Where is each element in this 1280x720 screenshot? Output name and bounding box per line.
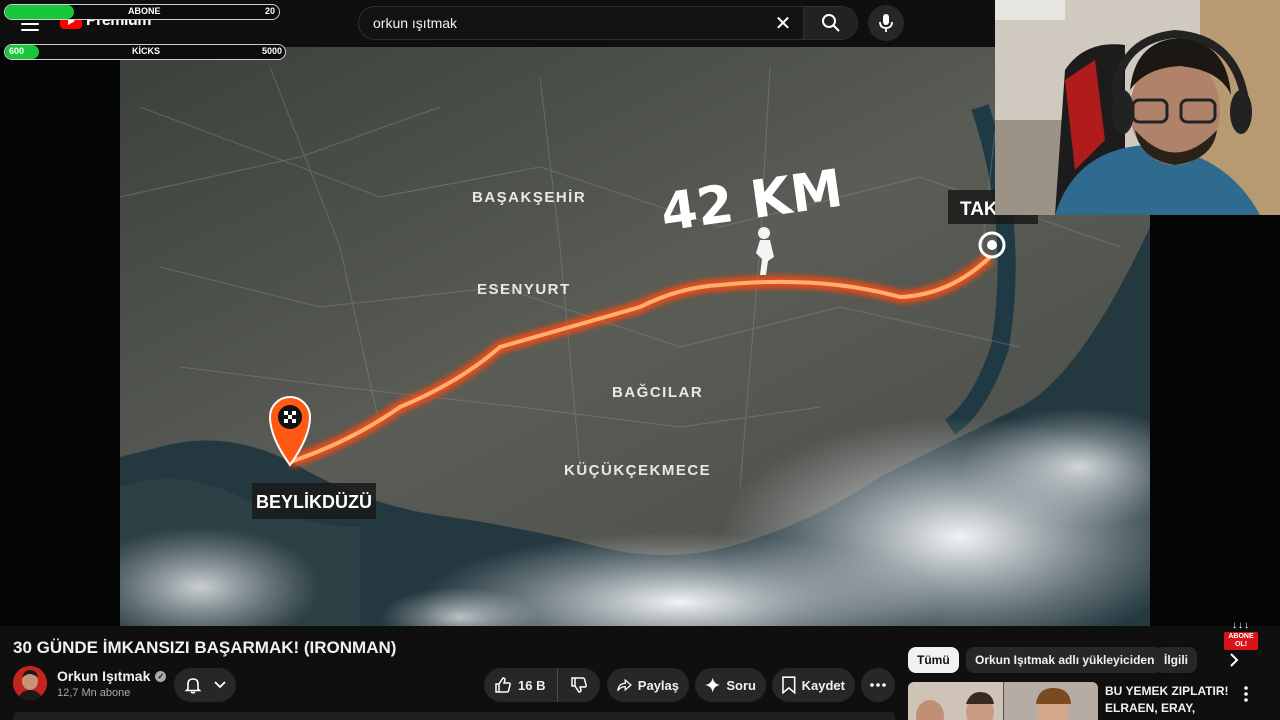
save-label: Kaydet [801,677,845,693]
subscriber-goal-label: ABONE [128,6,161,16]
bookmark-icon [782,676,796,694]
recommendation-thumbnail[interactable] [908,682,1098,720]
like-button[interactable]: 16 B [484,668,559,702]
start-label: BEYLİKDÜZÜ [256,492,372,512]
chevron-down-icon [214,681,226,689]
like-dislike-group: 16 B [484,668,600,702]
search-input[interactable] [359,7,763,39]
kicks-goal-label: KİCKS [132,46,161,56]
webcam-overlay [995,0,1280,215]
subscriber-goal-target: 20 [264,6,275,16]
more-vertical-icon[interactable] [1236,684,1256,704]
subscriber-goal-bar: ABONE 20 [4,4,280,20]
voice-search-button[interactable] [868,5,904,41]
ask-label: Soru [726,677,756,693]
search-button[interactable] [803,7,857,39]
recommendation-title[interactable]: BU YEMEK ZIPLATIR! ELRAEN, ERAY, LIMON,.… [1105,683,1235,720]
save-button[interactable]: Kaydet [772,668,855,702]
video-title: 30 GÜNDE İMKANSIZI BAŞARMAK! (IRONMAN) [13,638,397,657]
share-label: Paylaş [637,677,679,693]
kicks-goal-start: 600 [9,46,25,56]
microphone-icon [879,14,893,32]
down-arrows-icon: ↓↓↓ [1232,620,1250,631]
search-box: ✕ [358,6,858,40]
sparkle-icon [705,677,721,693]
share-button[interactable]: Paylaş [607,668,689,702]
bell-icon [184,678,202,694]
description-panel-edge[interactable] [13,712,895,720]
search-icon [821,14,840,32]
channel-name[interactable]: Orkun Işıtmak ✓ [57,668,167,684]
kicks-goal-bar: 600 KİCKS 5000 [4,44,286,60]
thumbs-down-icon [571,677,588,693]
youtube-watch-page: Premium ✕ [0,0,1280,720]
kicks-goal-target: 5000 [261,46,282,56]
district-label: BAĞCILAR [612,383,703,401]
district-label: ESENYURT [477,281,571,298]
more-actions-button[interactable] [861,668,895,702]
chevron-right-icon[interactable] [1222,648,1246,672]
district-label: BAŞAKŞEHİR [472,189,586,206]
like-count: 16 B [518,677,546,693]
chip-from-uploader[interactable]: Orkun Işıtmak adlı yükleyiciden [966,647,1164,673]
thumbs-up-icon [495,677,511,693]
chip-related[interactable]: İlgili [1155,647,1197,673]
ask-button[interactable]: Soru [695,668,766,702]
district-label: KÜÇÜKÇEKMECE [564,462,711,479]
notification-button[interactable] [174,668,236,702]
chip-all[interactable]: Tümü [908,647,959,673]
dislike-button[interactable] [558,668,600,702]
more-horizontal-icon [870,683,886,687]
subscriber-goal-fill [5,5,74,19]
channel-avatar[interactable] [13,666,47,700]
share-icon [617,678,632,692]
verified-icon: ✓ [155,670,167,682]
close-icon[interactable]: ✕ [763,7,803,39]
subscriber-count: 12,7 Mn abone [57,687,131,699]
